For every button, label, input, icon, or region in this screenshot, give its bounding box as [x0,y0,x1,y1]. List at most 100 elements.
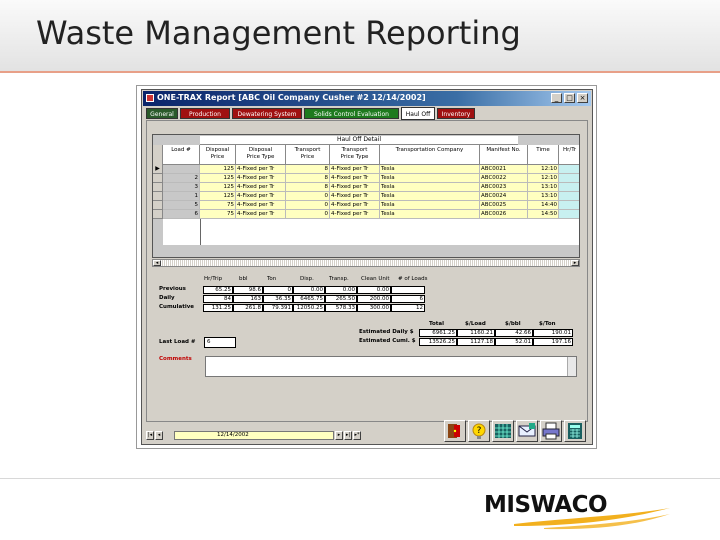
cell-disposal-price[interactable]: 125 [200,192,236,201]
cell-manifest[interactable]: ABC0023 [480,183,528,192]
cell-load[interactable]: 6 [163,210,200,219]
cell-load[interactable] [163,165,200,174]
grid-report-icon[interactable] [492,420,514,442]
table-row[interactable]: 3 125 4-Fixed per Tr 8 4-Fixed per Tr Tesla AB… [163,183,579,192]
cell-transport-price[interactable]: 0 [286,192,330,201]
cell-company[interactable]: Tesla [380,201,480,210]
tab-dewatering-system[interactable]: Dewatering System [232,108,302,119]
cell-transport-price[interactable]: 0 [286,210,330,219]
help-icon[interactable]: ? [468,420,490,442]
cell-time[interactable]: 12:10 [528,165,559,174]
table-row[interactable]: 6 75 4-Fixed per Tr 0 4-Fixed per Tr Tesla ABC… [163,210,579,219]
table-row[interactable]: 125 4-Fixed per Tr 8 4-Fixed per Tr Tesla ABC… [163,165,579,174]
grid-horizontal-scrollbar[interactable]: ◂ ▸ [152,259,580,267]
table-row[interactable]: 1 125 4-Fixed per Tr 0 4-Fixed per Tr Tesla AB… [163,192,579,201]
cell-disposal-type[interactable]: 4-Fixed per Tr [236,210,286,219]
column-header-disposal-price[interactable]: Disposal Price [200,145,236,165]
cell-disposal-price[interactable]: 75 [200,201,236,210]
window-titlebar[interactable]: ONE-TRAX Report [ABC Oil Company Cusher … [143,91,591,106]
table-row[interactable]: 2 125 4-Fixed per Tr 8 4-Fixed per Tr Tesla AB… [163,174,579,183]
cell-company[interactable]: Tesla [380,174,480,183]
cell-disposal-price[interactable]: 125 [200,165,236,174]
column-header-load[interactable]: Load # [163,145,200,165]
cell-disposal-type[interactable]: 4-Fixed per Tr [236,174,286,183]
maximize-button[interactable]: □ [564,93,575,103]
nav-previous-icon[interactable]: ◂ [155,431,163,440]
cell-disposal-type[interactable]: 4-Fixed per Tr [236,183,286,192]
column-header-transport-price[interactable]: Transport Price [286,145,330,165]
tab-solids-control-evaluation[interactable]: Solids Control Evaluation [304,108,399,119]
column-header-hr-trip[interactable]: Hr/Tr [559,145,579,165]
exit-icon[interactable] [444,420,466,442]
cell-manifest[interactable]: ABC0025 [480,201,528,210]
cell-disposal-price[interactable]: 125 [200,174,236,183]
comments-scrollbar[interactable] [567,357,576,376]
cell-transport-type[interactable]: 4-Fixed per Tr [330,201,380,210]
tab-inventory[interactable]: Inventory [437,108,475,119]
last-load-input[interactable]: 6 [204,337,236,348]
cell-hr[interactable] [559,192,579,201]
row-selector[interactable] [153,192,163,201]
cell-manifest[interactable]: ABC0024 [480,192,528,201]
cell-load[interactable]: 2 [163,174,200,183]
cell-company[interactable]: Tesla [380,183,480,192]
row-selector[interactable] [153,174,163,183]
row-selector[interactable] [153,201,163,210]
row-selector[interactable]: ▶ [153,165,163,174]
cell-transport-type[interactable]: 4-Fixed per Tr [330,174,380,183]
email-icon[interactable] [516,420,538,442]
cell-hr[interactable] [559,183,579,192]
column-header-manifest-no[interactable]: Manifest No. [480,145,528,165]
cell-disposal-type[interactable]: 4-Fixed per Tr [236,201,286,210]
nav-first-icon[interactable]: |◂ [146,431,154,440]
tab-haul-off[interactable]: Haul Off [401,107,435,120]
row-selector[interactable] [153,210,163,219]
tab-general[interactable]: General [146,108,178,119]
scroll-right-icon[interactable]: ▸ [571,260,579,266]
cell-load[interactable]: 5 [163,201,200,210]
cell-company[interactable]: Tesla [380,210,480,219]
column-header-transport-price-type[interactable]: Transport Price Type [330,145,380,165]
cell-company[interactable]: Tesla [380,165,480,174]
comments-field[interactable] [205,356,577,377]
cell-transport-price[interactable]: 8 [286,183,330,192]
cell-manifest[interactable]: ABC0022 [480,174,528,183]
cell-disposal-type[interactable]: 4-Fixed per Tr [236,165,286,174]
cell-transport-type[interactable]: 4-Fixed per Tr [330,210,380,219]
minimize-button[interactable]: _ [551,93,562,103]
haul-off-grid[interactable]: Haul Off Detail Load # Disposal Price Di… [152,134,580,258]
cell-hr[interactable] [559,201,579,210]
cell-transport-price[interactable]: 8 [286,165,330,174]
cell-time[interactable]: 13:10 [528,183,559,192]
row-selector[interactable] [153,183,163,192]
cell-hr[interactable] [559,165,579,174]
cell-time[interactable]: 14:40 [528,201,559,210]
cell-time[interactable]: 13:10 [528,192,559,201]
cell-time[interactable]: 12:10 [528,174,559,183]
column-header-time[interactable]: Time [528,145,559,165]
nav-new-icon[interactable]: ▸* [353,431,361,440]
cell-transport-price[interactable]: 0 [286,201,330,210]
tab-production[interactable]: Production [180,108,230,119]
nav-last-icon[interactable]: ▸| [344,431,352,440]
cell-company[interactable]: Tesla [380,192,480,201]
cell-disposal-price[interactable]: 125 [200,183,236,192]
nav-record-date[interactable]: 12/14/2002 [174,431,334,440]
cell-load[interactable]: 1 [163,192,200,201]
column-header-disposal-price-type[interactable]: Disposal Price Type [236,145,286,165]
cell-manifest[interactable]: ABC0026 [480,210,528,219]
cell-disposal-type[interactable]: 4-Fixed per Tr [236,192,286,201]
calculator-icon[interactable] [564,420,586,442]
cell-transport-type[interactable]: 4-Fixed per Tr [330,165,380,174]
cell-manifest[interactable]: ABC0021 [480,165,528,174]
scroll-left-icon[interactable]: ◂ [153,260,161,266]
cell-hr[interactable] [559,210,579,219]
table-row[interactable]: 5 75 4-Fixed per Tr 0 4-Fixed per Tr Tesla ABC… [163,201,579,210]
close-button[interactable]: × [577,93,588,103]
cell-transport-type[interactable]: 4-Fixed per Tr [330,192,380,201]
print-icon[interactable] [540,420,562,442]
nav-next-icon[interactable]: ▸ [335,431,343,440]
cell-transport-type[interactable]: 4-Fixed per Tr [330,183,380,192]
cell-disposal-price[interactable]: 75 [200,210,236,219]
cell-hr[interactable] [559,174,579,183]
